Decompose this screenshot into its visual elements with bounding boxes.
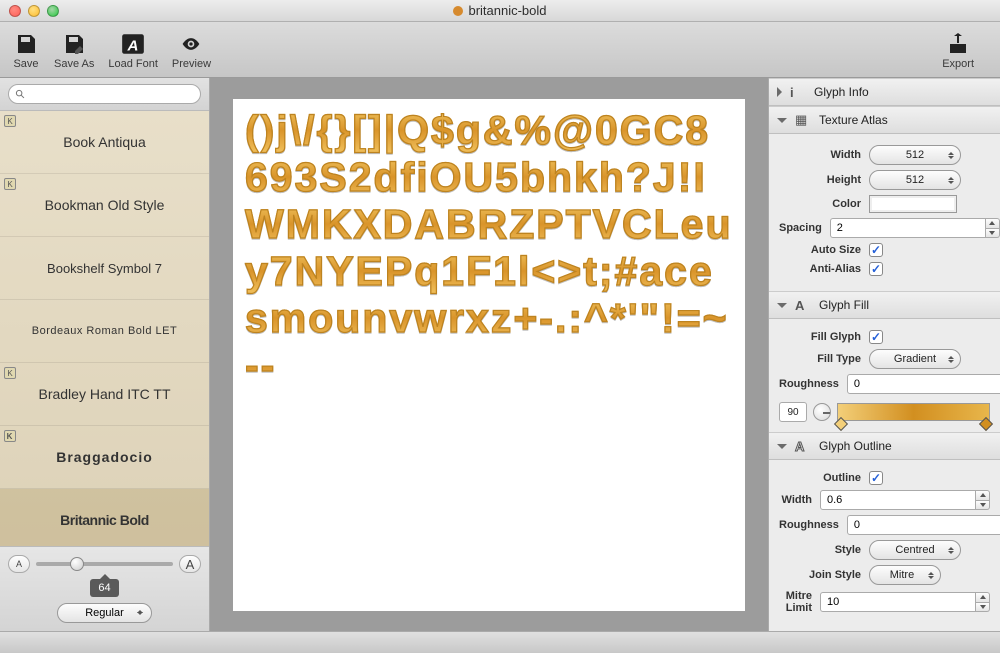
font-item[interactable]: KBraggadocio <box>0 426 209 489</box>
gradient-bar[interactable] <box>837 403 990 421</box>
font-size-control: A A 64 Regular <box>0 546 209 631</box>
export-box-icon <box>944 30 972 58</box>
disclosure-icon[interactable] <box>777 87 782 97</box>
search-input[interactable] <box>8 84 201 104</box>
large-a-button[interactable]: A <box>179 555 201 573</box>
window-footer <box>0 631 1000 653</box>
outline-a-icon: A <box>795 439 811 454</box>
outline-style-select[interactable]: Centred <box>869 540 961 560</box>
kerning-badge: K <box>4 178 16 190</box>
font-item[interactable]: KBradley Hand ITC TT <box>0 363 209 426</box>
font-item[interactable]: Bordeaux Roman Bold LET <box>0 300 209 363</box>
titlebar: britannic-bold <box>0 0 1000 22</box>
fill-type-select[interactable]: Gradient <box>869 349 961 369</box>
section-glyph-info[interactable]: i Glyph Info <box>769 78 1000 106</box>
load-font-button[interactable]: A Load Font <box>108 30 158 70</box>
save-as-button[interactable]: Save As <box>54 30 94 70</box>
kerning-badge: K <box>4 430 16 442</box>
toolbar: Save Save As A Load Font Preview Export <box>0 22 1000 78</box>
font-style-select[interactable]: Regular <box>57 603 152 623</box>
disclosure-icon[interactable] <box>777 118 787 123</box>
font-sidebar: KBook Antiqua KBookman Old Style Bookshe… <box>0 78 210 631</box>
kerning-badge: K <box>4 115 16 127</box>
antialias-checkbox[interactable] <box>869 262 883 276</box>
preview-button[interactable]: Preview <box>172 30 211 70</box>
canvas-area: ()j\/{}[]|Q$g&%@0GC8693S2dfiOU5bhkh?J!IW… <box>210 78 768 631</box>
size-slider[interactable] <box>36 562 173 566</box>
join-style-select[interactable]: Mitre <box>869 565 941 585</box>
section-texture-atlas[interactable]: ▦ Texture Atlas <box>769 106 1000 134</box>
spacing-stepper[interactable] <box>830 218 1000 238</box>
font-item[interactable]: KBookman Old Style <box>0 174 209 237</box>
search-icon <box>15 89 26 100</box>
save-button[interactable]: Save <box>12 30 40 70</box>
window-title: britannic-bold <box>0 3 1000 18</box>
fill-a-icon: A <box>795 298 811 313</box>
floppy-pencil-icon <box>60 30 88 58</box>
inspector: i Glyph Info ▦ Texture Atlas Width512 He… <box>768 78 1000 631</box>
outline-checkbox[interactable] <box>869 471 883 485</box>
close-window-button[interactable] <box>9 5 21 17</box>
autosize-checkbox[interactable] <box>869 243 883 257</box>
small-a-button[interactable]: A <box>8 555 30 573</box>
search-bar <box>0 78 209 111</box>
disclosure-icon[interactable] <box>777 444 787 449</box>
font-a-icon: A <box>119 30 147 58</box>
atlas-color-swatch[interactable] <box>869 195 957 213</box>
export-button[interactable]: Export <box>942 30 974 70</box>
info-icon: i <box>790 85 806 100</box>
step-down[interactable] <box>986 228 1000 239</box>
outline-roughness-stepper[interactable] <box>847 515 1000 535</box>
fill-roughness-stepper[interactable] <box>847 374 1000 394</box>
section-glyph-fill[interactable]: A Glyph Fill <box>769 291 1000 319</box>
font-item[interactable]: Bookshelf Symbol 7 <box>0 237 209 300</box>
section-glyph-outline[interactable]: A Glyph Outline <box>769 432 1000 460</box>
fill-glyph-checkbox[interactable] <box>869 330 883 344</box>
grid-icon: ▦ <box>795 112 811 128</box>
svg-text:A: A <box>127 37 139 54</box>
outline-width-stepper[interactable] <box>820 490 990 510</box>
gradient-angle-input[interactable]: 90 <box>779 402 807 422</box>
font-item[interactable]: KBook Antiqua <box>0 111 209 174</box>
disclosure-icon[interactable] <box>777 303 787 308</box>
glyph-preview: ()j\/{}[]|Q$g&%@0GC8693S2dfiOU5bhkh?J!IW… <box>245 107 733 389</box>
minimize-window-button[interactable] <box>28 5 40 17</box>
eye-icon <box>177 30 205 58</box>
atlas-height-select[interactable]: 512 <box>869 170 961 190</box>
font-item-selected[interactable]: Britannic Bold <box>0 489 209 546</box>
atlas-width-select[interactable]: 512 <box>869 145 961 165</box>
size-value-badge: 64 <box>90 579 118 597</box>
zoom-window-button[interactable] <box>47 5 59 17</box>
kerning-badge: K <box>4 367 16 379</box>
step-up[interactable] <box>986 218 1000 228</box>
texture-atlas-canvas[interactable]: ()j\/{}[]|Q$g&%@0GC8693S2dfiOU5bhkh?J!IW… <box>233 99 745 611</box>
gradient-angle-dial[interactable] <box>813 403 831 421</box>
font-list[interactable]: KBook Antiqua KBookman Old Style Bookshe… <box>0 111 209 546</box>
floppy-icon <box>12 30 40 58</box>
mitre-limit-stepper[interactable] <box>820 592 990 612</box>
